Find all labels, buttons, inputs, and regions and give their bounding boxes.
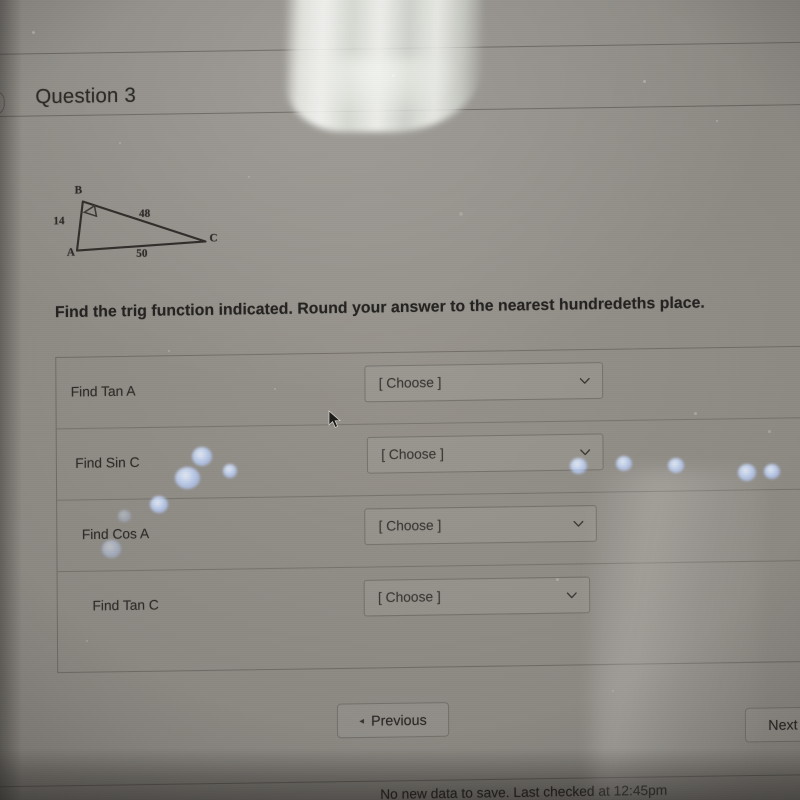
triangle-vertex-b-label: B bbox=[74, 184, 83, 197]
photo-of-screen: Question 3 B A C 14 48 50 Find the trig … bbox=[0, 0, 800, 800]
chevron-down-icon bbox=[579, 375, 591, 387]
question-label: Find Sin C bbox=[75, 454, 140, 471]
answer-dropdown-tan-c[interactable]: [ Choose ] bbox=[363, 576, 591, 617]
dropdown-wrapper: [ Choose ] bbox=[364, 504, 597, 546]
question-label: Find Tan C bbox=[92, 597, 159, 614]
screen-content: Question 3 B A C 14 48 50 Find the trig … bbox=[0, 0, 800, 800]
triangle-vertex-c-label: C bbox=[209, 232, 218, 245]
dropdown-value: [ Choose ] bbox=[378, 374, 442, 391]
questions-panel: Find Tan A [ Choose ] Find Sin C [ Choos… bbox=[55, 345, 800, 674]
previous-button-label: Previous bbox=[371, 711, 427, 729]
question-row: Find Tan C [ Choose ] bbox=[58, 561, 800, 644]
next-button-label: Next bbox=[768, 716, 798, 733]
status-bar: No new data to save. Last checked at 12:… bbox=[0, 774, 800, 800]
dropdown-wrapper: [ Choose ] bbox=[366, 433, 604, 474]
question-label: Find Cos A bbox=[81, 525, 150, 543]
chevron-down-icon bbox=[566, 589, 578, 601]
dropdown-value: [ Choose ] bbox=[381, 446, 445, 463]
dropdown-value: [ Choose ] bbox=[377, 588, 441, 606]
next-button[interactable]: Next ▸ bbox=[744, 706, 800, 743]
chevron-down-icon bbox=[579, 446, 591, 458]
triangle-figure: B A C 14 48 50 bbox=[53, 184, 243, 271]
dropdown-wrapper: [ Choose ] bbox=[364, 362, 604, 403]
dropdown-wrapper: [ Choose ] bbox=[363, 576, 591, 617]
page-title: Question 3 bbox=[35, 84, 137, 109]
answer-dropdown-sin-c[interactable]: [ Choose ] bbox=[366, 433, 604, 474]
dropdown-value: [ Choose ] bbox=[378, 517, 442, 534]
question-row: Find Cos A [ Choose ] bbox=[57, 489, 800, 573]
answer-dropdown-tan-a[interactable]: [ Choose ] bbox=[364, 362, 604, 403]
triangle-side-ab-label: 14 bbox=[53, 215, 65, 228]
previous-arrow-icon: ◂ bbox=[359, 715, 365, 726]
question-row: Find Sin C [ Choose ] bbox=[56, 417, 800, 501]
triangle-vertex-a-label: A bbox=[66, 246, 75, 259]
question-label: Find Tan A bbox=[70, 383, 136, 400]
previous-button[interactable]: ◂ Previous bbox=[336, 702, 450, 739]
answer-dropdown-cos-a[interactable]: [ Choose ] bbox=[364, 504, 597, 546]
header-divider-top bbox=[0, 40, 800, 56]
triangle-side-ac-label: 50 bbox=[136, 247, 148, 260]
save-status-text: No new data to save. Last checked at 12:… bbox=[380, 782, 668, 800]
question-row: Find Tan A [ Choose ] bbox=[56, 346, 800, 430]
triangle-side-bc-label: 48 bbox=[138, 207, 151, 221]
triangle-svg bbox=[75, 200, 207, 252]
chevron-down-icon bbox=[572, 517, 584, 529]
question-prompt: Find the trig function indicated. Round … bbox=[54, 294, 705, 322]
left-edge-nav-stub[interactable] bbox=[0, 90, 5, 116]
